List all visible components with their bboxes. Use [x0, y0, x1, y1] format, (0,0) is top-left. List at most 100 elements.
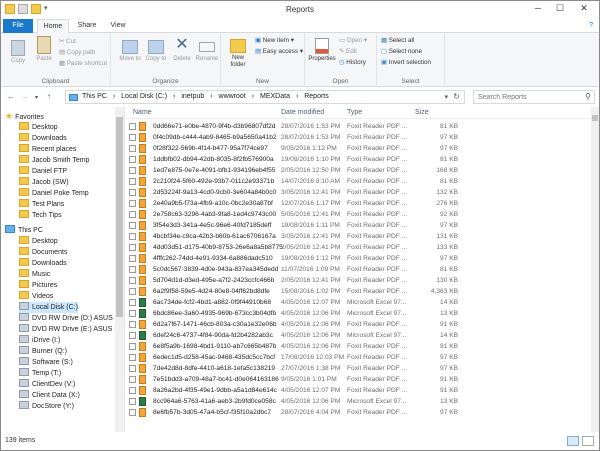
file-row[interactable]: 2e40a9b5-f73a-4fb9-a10c-0bc2e30a87bf 12/0…	[127, 198, 591, 209]
file-row[interactable]: 0f28f322-569b-4f14-b477-95a7f74ce97 9/05/…	[127, 143, 591, 154]
file-row[interactable]: 2d53224f-9a13-4cd0-9cb0-3e604a84b0c0 3/05…	[127, 187, 591, 198]
back-button[interactable]: ←	[7, 92, 15, 101]
file-row[interactable]: 6bdc86ee-3a60-4935-969b-673cc3b04dfb 4/05…	[127, 308, 591, 319]
row-checkbox[interactable]	[129, 167, 136, 174]
nav-drive-item[interactable]: Temp (T:)	[19, 368, 61, 379]
file-row[interactable]: 4fffc262-74dd-4e91-9334-6a886dadc510 19/0…	[127, 253, 591, 264]
properties-button[interactable]: Properties	[307, 36, 337, 62]
minimize-button[interactable]: ─	[531, 3, 545, 13]
file-row[interactable]: 6d2a7f67-1471-46cb-803a-c30a1e32e06b 4/05…	[127, 319, 591, 330]
nav-drive-item[interactable]: Local Disk (C:)	[19, 302, 78, 313]
file-row[interactable]: 8a26a2bd-4f35-49e1-9dbb-a5a1d84e614c 4/05…	[127, 385, 591, 396]
history-button[interactable]: ◷ History	[339, 59, 366, 66]
row-checkbox[interactable]	[129, 332, 136, 339]
select-none-button[interactable]: ▢ Select none	[381, 48, 422, 55]
file-row[interactable]: 6a2f9f58-59e5-4d24-80e8-04ff62bd8dfe 15/0…	[127, 286, 591, 297]
row-checkbox[interactable]	[129, 277, 136, 284]
row-checkbox[interactable]	[129, 376, 136, 383]
crumb-separator[interactable]: ›	[296, 93, 298, 100]
forward-button[interactable]: →	[21, 92, 29, 101]
row-checkbox[interactable]	[129, 145, 136, 152]
tab-file[interactable]: File	[3, 19, 33, 33]
crumb-this-pc[interactable]: This PC	[82, 93, 107, 100]
row-checkbox[interactable]	[129, 123, 136, 130]
row-checkbox[interactable]	[129, 365, 136, 372]
copy-button[interactable]: Copy	[7, 36, 29, 64]
crumb-wwwroot[interactable]: wwwroot	[219, 93, 246, 100]
cut-button[interactable]: ✂ Cut	[59, 38, 76, 45]
file-row[interactable]: 0dd66e71-e0be-4870-9f4b-d3b96807df2d 28/0…	[127, 121, 591, 132]
row-checkbox[interactable]	[129, 255, 136, 262]
maximize-button[interactable]: ☐	[553, 3, 567, 14]
file-row[interactable]: 4bcbf34e-c9ca-42b3-b60b-61ac6706167a 3/05…	[127, 231, 591, 242]
help-icon[interactable]: ?	[589, 22, 593, 29]
tab-view[interactable]: View	[105, 19, 131, 33]
column-name[interactable]: Name	[133, 109, 152, 116]
row-checkbox[interactable]	[129, 354, 136, 361]
copy-path-button[interactable]: ▤ Copy path	[59, 49, 95, 56]
row-checkbox[interactable]	[129, 409, 136, 416]
crumb-reports[interactable]: Reports	[304, 93, 329, 100]
search-icon[interactable]: ⚲	[585, 92, 591, 101]
column-type[interactable]: Type	[347, 109, 362, 116]
nav-thispc-item[interactable]: Videos	[19, 291, 53, 302]
nav-drive-item[interactable]: Burner (Q:)	[19, 346, 67, 357]
tab-share[interactable]: Share	[73, 19, 101, 33]
nav-drive-item[interactable]: Client Data (X:)	[19, 390, 80, 401]
copy-to-button[interactable]: Copy to	[145, 36, 167, 62]
file-list-scrollbar-thumb[interactable]	[592, 115, 598, 121]
row-checkbox[interactable]	[129, 200, 136, 207]
crumb-separator[interactable]: ›	[173, 93, 175, 100]
file-row[interactable]: 6edec1d5-d258-45ac-9468-435dc5cc7bcf 17/0…	[127, 352, 591, 363]
row-checkbox[interactable]	[129, 299, 136, 306]
nav-drive-item[interactable]: DVD RW Drive (D:) ASUS PC	[19, 313, 124, 324]
tab-home[interactable]: Home	[37, 19, 69, 34]
large-icons-view-button[interactable]	[582, 436, 594, 446]
delete-button[interactable]: ✕ Delete	[171, 36, 193, 62]
nav-favorite-item[interactable]: Daniel FTP	[19, 166, 67, 177]
file-row[interactable]: 2c210f24-5f60-492e-93b7-011c2e93371b 14/0…	[127, 176, 591, 187]
file-row[interactable]: 8cc964a6-5763-41a6-aeb3-2b9fd0ce058c 4/05…	[127, 396, 591, 407]
file-row[interactable]: 0f4c09db-c444-4ab9-8465-b9a5650a41b2 28/0…	[127, 132, 591, 143]
nav-favorite-item[interactable]: Tech Tips	[19, 210, 62, 221]
row-checkbox[interactable]	[129, 321, 136, 328]
nav-favorite-item[interactable]: Jacob (SW)	[19, 177, 69, 188]
row-checkbox[interactable]	[129, 310, 136, 317]
file-row[interactable]: 5d704d1d-d3ed-495e-a7f2-2423ccfc466b 2/05…	[127, 275, 591, 286]
file-row[interactable]: 5c0dc567-3839-4d0e-943a-837ea345dedd 11/0…	[127, 264, 591, 275]
row-checkbox[interactable]	[129, 343, 136, 350]
column-date-modified[interactable]: Date modified	[281, 109, 324, 116]
new-folder-button[interactable]: New folder	[225, 36, 251, 69]
select-all-button[interactable]: ▦ Select all	[381, 37, 414, 44]
row-checkbox[interactable]	[129, 211, 136, 218]
row-checkbox[interactable]	[129, 134, 136, 141]
nav-favorite-item[interactable]: Recent places	[19, 144, 76, 155]
up-button[interactable]: ↑	[47, 92, 51, 101]
nav-this-pc[interactable]: This PC	[5, 225, 43, 236]
refresh-icon[interactable]: ↻	[453, 92, 460, 101]
address-box[interactable]: This PC › Local Disk (C:) › inetpub › ww…	[65, 90, 465, 104]
search-input[interactable]	[478, 91, 578, 103]
row-checkbox[interactable]	[129, 156, 136, 163]
nav-drive-item[interactable]: DVD RW Drive (E:) ASUS PC	[19, 324, 124, 335]
nav-drive-item[interactable]: Software (S:)	[19, 357, 73, 368]
address-dropdown-icon[interactable]: ▾	[444, 93, 448, 101]
row-checkbox[interactable]	[129, 189, 136, 196]
nav-favorite-item[interactable]: Downloads	[19, 133, 67, 144]
row-checkbox[interactable]	[129, 244, 136, 251]
row-checkbox[interactable]	[129, 398, 136, 405]
navigation-scrollbar-thumb[interactable]	[116, 117, 123, 317]
rename-button[interactable]: Rename	[195, 36, 219, 62]
easy-access-button[interactable]: ▤ Easy access ▾	[255, 48, 303, 55]
paste-shortcut-button[interactable]: ▦ Paste shortcut	[59, 60, 107, 67]
row-checkbox[interactable]	[129, 288, 136, 295]
file-row[interactable]: 2e758c63-3296-4ab3-9fa8-1ed4c9743c00 5/05…	[127, 209, 591, 220]
nav-thispc-item[interactable]: Downloads	[19, 258, 67, 269]
nav-drive-item[interactable]: ClientDev (V:)	[19, 379, 75, 390]
paste-button[interactable]: Paste	[33, 36, 55, 62]
file-row[interactable]: 6e8f5a9b-1698-4bd1-9110-ab7c665b487b 4/05…	[127, 341, 591, 352]
row-checkbox[interactable]	[129, 266, 136, 273]
open-button[interactable]: ▭ Open ▾	[339, 37, 367, 44]
row-checkbox[interactable]	[129, 222, 136, 229]
nav-favorites[interactable]: ★ Favorites	[5, 111, 44, 122]
